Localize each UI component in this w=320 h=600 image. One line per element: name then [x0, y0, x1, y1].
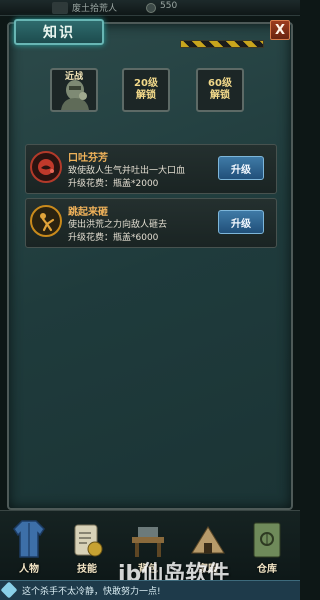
nav-label: 仓库: [257, 564, 277, 575]
skill-cost: 升级花费：瓶盖*6000: [68, 233, 159, 243]
top-status-bar: 废土拾荒人 550: [0, 0, 300, 16]
workbench-icon: [128, 518, 168, 560]
upgrade-button[interactable]: 升级: [218, 210, 264, 234]
tip-text: 这个杀手不太冷静，快敢努力一点!: [22, 587, 161, 597]
close-button[interactable]: X: [270, 20, 290, 40]
coin-icon: [146, 3, 156, 13]
skill-description: 致使敌人生气并吐出一大口血: [68, 166, 186, 176]
skill-cost: 升级花费：瓶盖*2000: [68, 179, 159, 189]
window-title-tab: 知识: [14, 19, 104, 45]
upgrade-button[interactable]: 升级: [218, 156, 264, 180]
spit-icon: [30, 151, 62, 183]
player-avatar[interactable]: [52, 2, 68, 14]
skill-row-jump-smash: 跳起来砸 使出洪荒之力向敌人砸去 升级花费：瓶盖*6000 升级: [25, 198, 277, 248]
skill-description: 使出洪荒之力向敌人砸去: [68, 220, 168, 230]
slot-unlock-label: 解锁: [136, 90, 156, 101]
hazard-stripe: [180, 40, 264, 48]
tip-banner[interactable]: 这个杀手不太冷静，快敢努力一点!: [0, 580, 300, 600]
slot-unlock-label: 解锁: [210, 90, 230, 101]
skill-name: 跳起来砸: [68, 207, 108, 218]
jacket-icon: [9, 518, 49, 560]
slot-level-label: 60级: [208, 78, 232, 89]
nav-skills[interactable]: 技能: [60, 518, 114, 576]
scroll-icon: [67, 518, 107, 560]
tip-icon: [0, 581, 18, 599]
slot-level-label: 20级: [134, 78, 158, 89]
camp-icon: [188, 518, 228, 560]
skill-name: 口吐芬芳: [68, 153, 108, 164]
close-icon: X: [274, 22, 286, 38]
money-count: 550: [160, 1, 178, 11]
window-title: 知识: [43, 25, 75, 41]
melee-fighter-icon: [61, 80, 89, 110]
nav-label: 技能: [77, 564, 97, 575]
nav-storage[interactable]: 仓库: [240, 518, 294, 576]
skill-slot-level-20[interactable]: 20级 解锁: [122, 68, 170, 112]
safe-icon: [247, 518, 287, 560]
player-name: 废土拾荒人: [72, 4, 118, 14]
nav-label: 人物: [19, 564, 39, 575]
skill-slot-melee[interactable]: 近战: [50, 68, 98, 112]
skill-slot-level-60[interactable]: 60级 解锁: [196, 68, 244, 112]
skill-row-spit: 口吐芬芳 致使敌人生气并吐出一大口血 升级花费：瓶盖*2000 升级: [25, 144, 277, 194]
jump-smash-icon: [30, 205, 62, 237]
nav-character[interactable]: 人物: [2, 518, 56, 576]
